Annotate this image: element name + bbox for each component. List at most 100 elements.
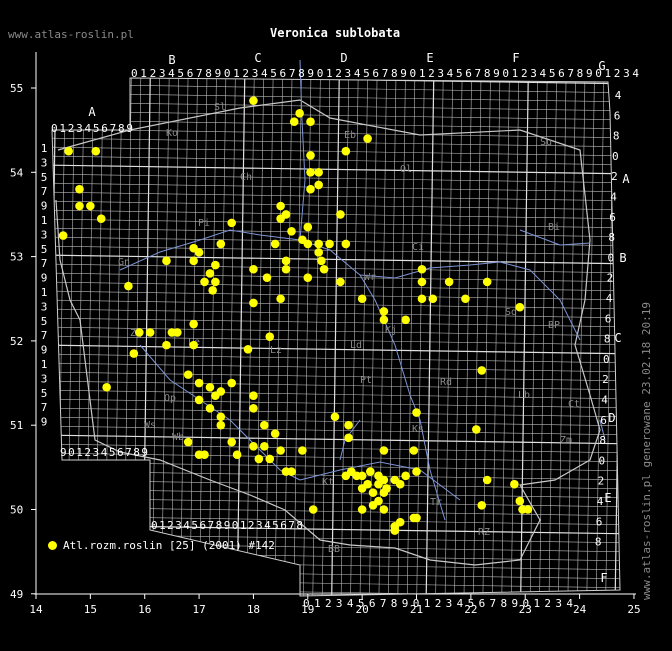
grid-row-letter: C <box>614 331 621 345</box>
occurrence-point <box>395 479 405 489</box>
grid-right-digit: 6 <box>609 211 616 224</box>
occurrence-point <box>183 437 193 447</box>
grid-right-digit: 0 <box>607 251 614 264</box>
y-tick-label: 52 <box>10 335 23 348</box>
grid-column-letter: C <box>254 51 261 65</box>
occurrence-point <box>227 218 236 228</box>
region-code-label: Sd <box>505 307 517 318</box>
grid-line-v <box>66 78 76 596</box>
grid-left-digit: 3 <box>41 300 48 313</box>
region-code-label: Kj <box>385 325 397 336</box>
grid-line-h <box>52 290 620 301</box>
occurrence-point <box>317 256 326 266</box>
occurrence-point <box>227 378 236 388</box>
grid-left-digit: 3 <box>41 228 48 241</box>
grid-right-digit: 2 <box>602 373 609 386</box>
occurrence-point <box>417 294 427 304</box>
grid-line-h <box>52 560 620 571</box>
occurrence-point <box>200 450 209 460</box>
region-code-label: Bi <box>548 222 560 233</box>
grid-left-digit: 9 <box>41 416 48 429</box>
grid-line-h <box>52 479 620 490</box>
grid-row-letter: D <box>608 411 615 425</box>
x-tick-label: 18 <box>247 603 260 616</box>
x-tick-label: 15 <box>84 603 97 616</box>
occurrence-point <box>205 269 215 278</box>
grid-line-h <box>52 308 620 319</box>
y-tick-label: 53 <box>10 251 23 264</box>
grid-top-digits-a: 0123456789 <box>51 122 133 135</box>
occurrence-point <box>368 488 378 497</box>
grid-right-digit: 2 <box>611 170 618 183</box>
x-tick-label: 14 <box>29 603 43 616</box>
occurrence-point <box>194 378 204 388</box>
region-code-label: Lb <box>518 390 530 401</box>
occurrence-point <box>276 201 285 211</box>
region-code-label: Ct <box>568 399 580 410</box>
occurrence-point <box>254 454 264 464</box>
grid-left-digit: 5 <box>41 243 48 256</box>
occurrence-point <box>96 214 106 223</box>
river-line <box>119 229 581 341</box>
region-code-label: Op <box>164 393 176 404</box>
occurrence-point <box>344 433 353 443</box>
grid-line-v <box>94 78 104 596</box>
grid-right-digit: 0 <box>603 353 610 366</box>
occurrence-point <box>276 214 285 223</box>
species-title: Veronica sublobata <box>270 26 401 40</box>
grid-line-h <box>52 299 620 310</box>
occurrence-point <box>162 340 171 350</box>
grid-left-digit: 1 <box>41 286 48 299</box>
grid-bottom-digits-left: 0123456789012345678 <box>151 519 303 532</box>
occurrence-point <box>357 505 367 514</box>
grid-right-digit: 8 <box>613 130 620 143</box>
grid-left-digit: 5 <box>41 315 48 328</box>
occurrence-point <box>260 420 269 430</box>
occurrence-point <box>477 500 487 510</box>
occurrence-point <box>379 315 389 325</box>
occurrence-point <box>409 446 419 455</box>
occurrence-point <box>194 395 204 405</box>
occurrence-point <box>91 146 101 156</box>
grid-left-digit: 7 <box>41 401 48 414</box>
region-code-label: Zm <box>560 435 572 446</box>
grid-line-h <box>52 569 620 580</box>
grid-line-h <box>52 389 620 400</box>
grid-right-digit: 6 <box>605 312 612 325</box>
occurrence-point <box>357 294 367 304</box>
occurrence-point <box>412 408 421 417</box>
occurrence-point <box>428 294 438 304</box>
occurrence-point <box>341 471 351 481</box>
site-url[interactable]: www.atlas-roslin.pl <box>8 28 134 41</box>
x-tick-label: 17 <box>192 603 205 616</box>
region-code-label: Eb <box>344 130 356 141</box>
occurrence-point <box>303 222 313 232</box>
occurrence-point <box>444 277 454 287</box>
occurrence-point <box>145 328 155 337</box>
grid-bottom-digits-right: 0123456789012345678901234 <box>303 597 573 610</box>
grid-line-h <box>52 578 620 589</box>
x-tick-label: 16 <box>138 603 151 616</box>
region-code-label: BP <box>548 320 560 331</box>
grid-right-digit: 4 <box>615 89 622 102</box>
occurrence-point <box>303 273 313 282</box>
grid-row-letter: F <box>600 571 607 585</box>
grid-line-v <box>416 78 425 596</box>
occurrence-point <box>482 475 492 485</box>
region-code-label: Sl <box>214 102 226 113</box>
occurrence-point <box>363 134 372 143</box>
occurrence-point <box>366 467 375 476</box>
grid-lower-left-digits: 90123456789 <box>60 446 148 459</box>
occurrence-point <box>325 239 334 249</box>
grid-left-digit: 9 <box>41 272 48 285</box>
occurrence-point <box>314 239 323 249</box>
occurrence-point <box>314 248 323 257</box>
occurrence-point <box>287 227 296 236</box>
region-code-label: Ks <box>412 424 424 435</box>
occurrence-point <box>344 420 353 430</box>
occurrence-point <box>482 277 492 287</box>
occurrence-point <box>472 425 481 434</box>
region-code-label: BB <box>328 544 340 555</box>
grid-line-v <box>463 78 473 596</box>
region-code-label: Ci <box>412 242 424 253</box>
